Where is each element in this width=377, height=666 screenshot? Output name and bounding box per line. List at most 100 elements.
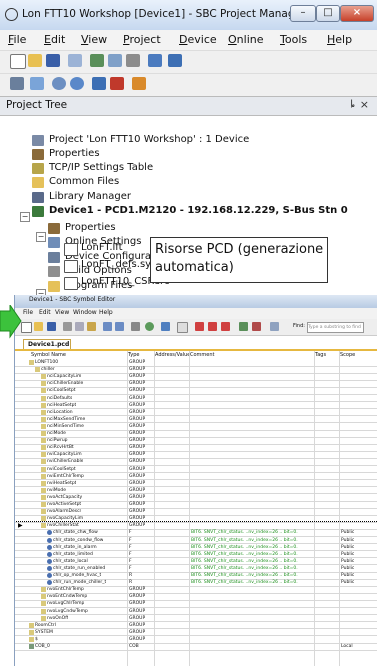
grid-icon[interactable]: [148, 54, 162, 67]
save-icon[interactable]: [47, 322, 56, 331]
toolbar-primary: [0, 50, 377, 73]
se-menu-help[interactable]: Help: [99, 309, 113, 316]
tree-item-label: Device1 - PCD1.M2120 - 192.168.12.229, S…: [49, 205, 348, 216]
close-button[interactable]: ×: [340, 5, 374, 22]
column-header[interactable]: Address/Value: [155, 352, 190, 358]
column-header[interactable]: Tags: [315, 352, 326, 358]
symbol-editor-window: Device1 - SBC Symbol Editor File Edit View…: [14, 295, 377, 666]
print-icon[interactable]: [126, 54, 140, 67]
menu-tools[interactable]: Tools: [280, 33, 307, 46]
symbol-editor-menu-bar: File Edit View Window Help: [15, 308, 377, 319]
menu-help[interactable]: Help: [327, 33, 352, 46]
tree-item-label: Common Files: [49, 176, 120, 187]
tree-item-label: TCP/IP Settings Table: [49, 162, 154, 173]
settings-icon[interactable]: [270, 322, 279, 331]
column-header[interactable]: Scope: [340, 352, 355, 358]
tree-item-label: Properties: [65, 222, 116, 233]
group-icon: [29, 629, 34, 635]
tab-device1-pcd[interactable]: Device1.pcd: [23, 339, 71, 349]
menu-project[interactable]: Project: [123, 33, 161, 46]
menu-view[interactable]: View: [81, 33, 107, 46]
pin-icon[interactable]: ȴ: [350, 99, 355, 110]
properties-icon[interactable]: [68, 54, 82, 67]
tools-icon[interactable]: [132, 77, 146, 90]
symbol-icon: [29, 644, 34, 649]
group-icon: [41, 395, 46, 401]
row-divider: [15, 649, 377, 651]
tag-t-icon[interactable]: [221, 322, 230, 331]
group-icon: [41, 487, 46, 493]
tag-s-icon[interactable]: [208, 322, 217, 331]
menu-device[interactable]: Device: [179, 33, 217, 46]
group-icon: [41, 502, 46, 507]
table-icon: [32, 163, 44, 174]
group-icon: [29, 622, 34, 628]
build-icon[interactable]: [10, 77, 24, 90]
text-icon[interactable]: [177, 322, 188, 333]
symbol-grid: Symbol Name Type Address/Value Comment Tags S…: [15, 349, 377, 666]
collapse-icon[interactable]: −: [20, 212, 30, 222]
menu-edit[interactable]: Edit: [44, 33, 65, 46]
se-menu-edit[interactable]: Edit: [39, 309, 51, 316]
menu-online[interactable]: Online: [228, 33, 264, 46]
se-menu-window[interactable]: Window: [73, 309, 97, 316]
compare-icon[interactable]: [90, 54, 104, 67]
paste-icon[interactable]: [87, 322, 96, 331]
symbol-icon: [47, 558, 52, 564]
print-icon[interactable]: [131, 322, 140, 331]
group-icon: [41, 615, 46, 621]
close-icon[interactable]: ×: [360, 98, 369, 111]
new-icon[interactable]: [10, 54, 26, 69]
add-icon[interactable]: [239, 322, 248, 331]
stop-icon[interactable]: [70, 77, 84, 90]
find-icon[interactable]: [145, 322, 154, 331]
redo-icon[interactable]: [115, 322, 124, 331]
group-icon: [41, 473, 46, 479]
group-icon: [29, 636, 34, 642]
cut-icon[interactable]: [63, 322, 72, 331]
layout-icon[interactable]: [108, 54, 122, 67]
collapse-icon[interactable]: −: [36, 232, 46, 242]
file-icon: [64, 277, 78, 290]
filter-icon[interactable]: [161, 322, 170, 331]
group-icon: [41, 445, 46, 451]
open-icon[interactable]: [28, 54, 42, 67]
group-icon: [29, 360, 34, 365]
se-menu-view[interactable]: View: [55, 309, 69, 316]
group-icon: [41, 608, 46, 614]
tag-d-icon[interactable]: [195, 322, 204, 331]
group-icon: [41, 381, 46, 387]
remove-icon[interactable]: [252, 322, 261, 331]
group-icon: [41, 587, 46, 593]
se-menu-file[interactable]: File: [23, 309, 33, 316]
minimize-button[interactable]: –: [290, 5, 316, 22]
symbol-icon: [47, 573, 52, 578]
menu-file[interactable]: File: [8, 33, 26, 46]
group-icon: [41, 523, 46, 529]
file-icon: [64, 260, 78, 273]
go-online-icon[interactable]: [52, 77, 66, 90]
column-header[interactable]: Symbol Name: [31, 352, 66, 358]
undo-icon[interactable]: [103, 322, 112, 331]
symbol-editor-title: Device1 - SBC Symbol Editor: [29, 296, 116, 303]
column-header[interactable]: Comment: [190, 352, 215, 358]
open-icon[interactable]: [34, 322, 43, 331]
debug-icon[interactable]: [110, 77, 124, 90]
new-icon[interactable]: [21, 322, 32, 333]
tree-item-label: Library Manager: [49, 191, 131, 202]
tree-icon[interactable]: [168, 54, 182, 67]
online-icon[interactable]: [30, 77, 44, 90]
save-icon[interactable]: [46, 54, 60, 67]
group-icon: [41, 388, 46, 394]
maximize-button[interactable]: □: [316, 5, 340, 22]
folder-icon: [32, 177, 44, 188]
copy-icon[interactable]: [75, 322, 84, 331]
menu-bar: File Edit View Project Device Online Tools Help: [0, 30, 377, 50]
download-icon[interactable]: [92, 77, 106, 90]
column-header[interactable]: Type: [128, 352, 139, 358]
symbol-icon: [47, 580, 52, 586]
project-tree-header: Project Tree ȴ ×: [0, 96, 377, 116]
row-selector-icon: ▶: [18, 522, 23, 530]
find-input[interactable]: Type a substring to find: [307, 322, 364, 333]
properties-icon: [48, 223, 60, 234]
